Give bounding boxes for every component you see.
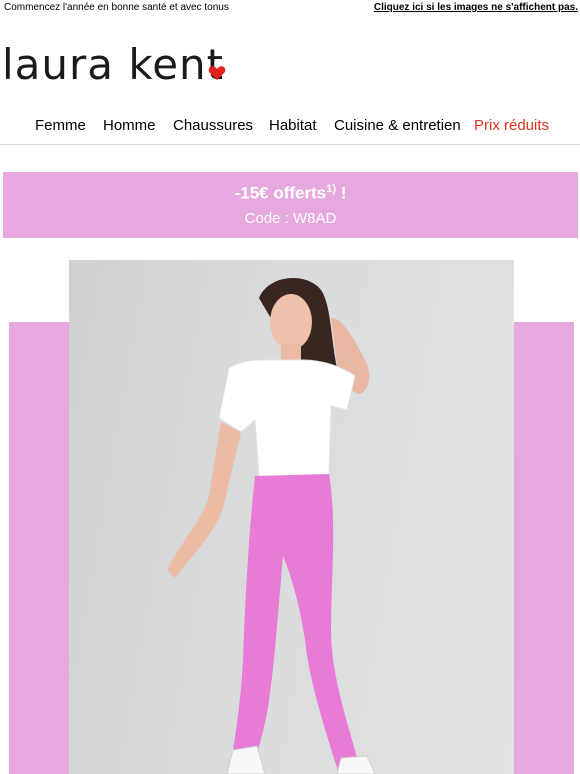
hero-model-illustration: [167, 278, 376, 774]
promo-banner[interactable]: -15€ offerts1) ! Code : W8AD: [3, 172, 578, 238]
main-nav: Femme Homme Chaussures Habitat Cuisine &…: [0, 117, 580, 137]
nav-item-prix-reduits[interactable]: Prix réduits: [474, 117, 549, 134]
preheader: Commencez l'année en bonne santé et avec…: [0, 0, 580, 16]
preheader-tagline: Commencez l'année en bonne santé et avec…: [4, 2, 229, 13]
brand-name: laura kent: [2, 40, 225, 89]
promo-code: Code : W8AD: [244, 210, 337, 227]
nav-item-homme[interactable]: Homme: [103, 117, 156, 134]
nav-item-chaussures[interactable]: Chaussures: [173, 117, 253, 134]
promo-title: -15€ offerts1) !: [3, 183, 578, 204]
hero-accent-left: [9, 322, 69, 774]
promo-title-text: -15€ offerts: [234, 183, 327, 203]
promo-exclamation: !: [336, 183, 347, 203]
promo-footnote-mark: 1): [326, 183, 337, 195]
hero-accent-right: [514, 322, 574, 774]
nav-item-femme[interactable]: Femme: [35, 117, 86, 134]
view-images-link[interactable]: Cliquez ici si les images ne s'affichent…: [374, 2, 578, 13]
nav-item-cuisine-entretien[interactable]: Cuisine & entretien: [334, 117, 461, 134]
hero-image[interactable]: [69, 260, 514, 774]
heart-icon: [208, 66, 226, 80]
nav-item-habitat[interactable]: Habitat: [269, 117, 317, 134]
brand-logo[interactable]: laura kent: [2, 38, 242, 89]
nav-divider: [0, 144, 580, 145]
